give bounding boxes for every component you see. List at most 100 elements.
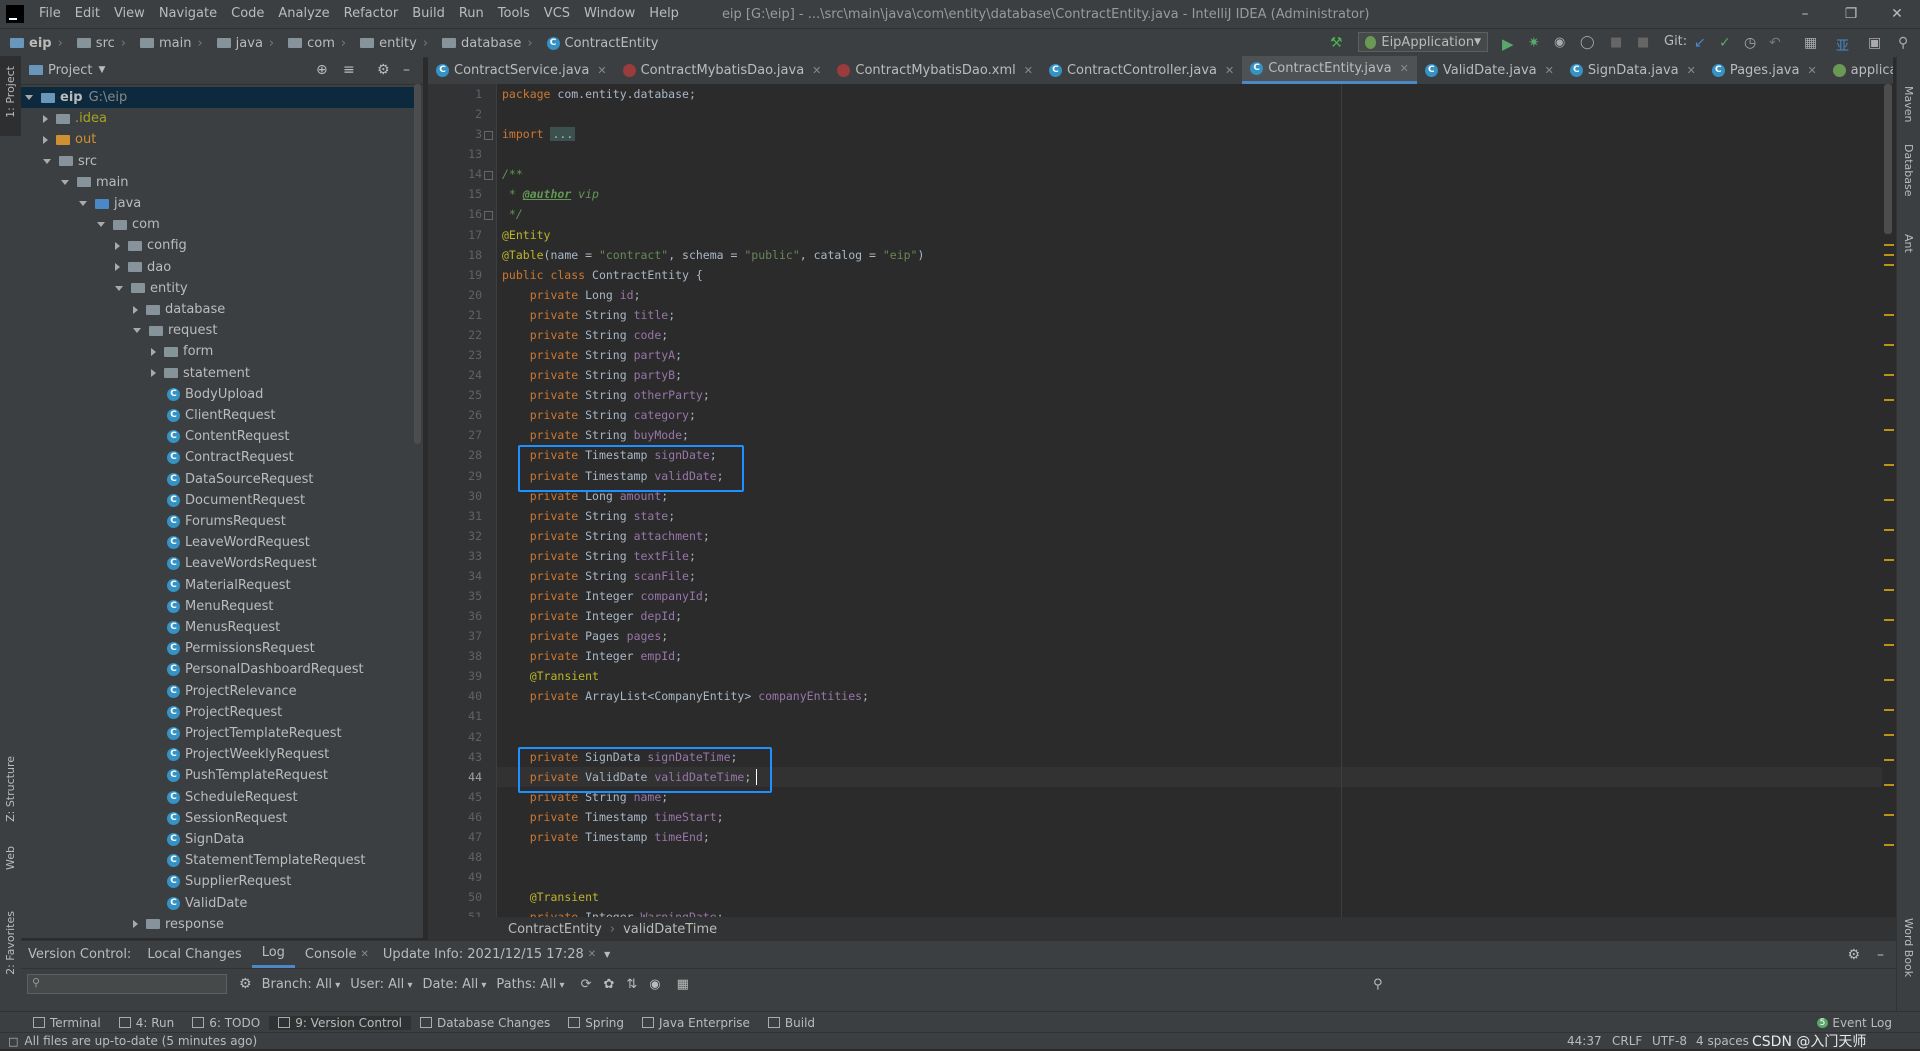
tree-class-item[interactable]: C SignData (21, 829, 421, 850)
collapse-all-icon[interactable]: ≡ (343, 62, 355, 78)
code-line[interactable]: private Integer empId; (502, 649, 682, 663)
tree-class-item[interactable]: C ContractRequest (21, 447, 421, 468)
expand-right-icon[interactable] (133, 920, 138, 929)
tree-class-item[interactable]: C SupplierRequest (21, 871, 421, 892)
warning-marker[interactable] (1884, 464, 1894, 466)
ant-tool-button[interactable]: Ant (1902, 234, 1915, 253)
debug-icon[interactable]: ✷ (1528, 35, 1544, 51)
translate-icon[interactable]: 亚 (1836, 35, 1852, 54)
menu-navigate[interactable]: Navigate (152, 0, 224, 28)
editor-tab[interactable]: C ValidDate.java ✕ (1417, 56, 1562, 84)
code-line[interactable]: private Pages pages; (502, 629, 669, 643)
tool-window-button[interactable]: Build (759, 1016, 824, 1030)
tool-window-button[interactable]: Terminal (24, 1016, 110, 1030)
tool-window-button[interactable]: 9: Version Control (269, 1015, 411, 1030)
code-line[interactable]: private String partyB; (502, 368, 682, 382)
editor-tab[interactable]: ContractMybatisDao.java ✕ (615, 56, 830, 84)
expand-down-icon[interactable] (97, 222, 105, 228)
editor-scrollbar[interactable] (1884, 84, 1892, 234)
log-filter-dropdown[interactable]: Branch: All ▾ (262, 977, 341, 992)
close-tab-icon[interactable]: ✕ (1225, 64, 1234, 77)
code-line[interactable]: private Timestamp timeStart; (502, 810, 724, 824)
expand-down-icon[interactable] (133, 328, 141, 334)
tree-folder-item[interactable]: config (21, 235, 421, 256)
code-line[interactable]: */ (502, 207, 523, 221)
tool-window-button[interactable]: Database Changes (411, 1016, 559, 1030)
warning-marker[interactable] (1884, 499, 1894, 501)
expand-right-icon[interactable] (151, 347, 156, 356)
tool-window-button[interactable]: 6: TODO (183, 1016, 269, 1030)
breadcrumb-item[interactable]: java › (213, 36, 284, 51)
expand-right-icon[interactable] (115, 241, 120, 250)
menu-tools[interactable]: Tools (491, 0, 537, 28)
breadcrumb-item[interactable]: C ContractEntity (543, 36, 663, 51)
code-line[interactable]: private String buyMode; (502, 428, 689, 442)
code-line[interactable]: private String category; (502, 408, 696, 422)
warning-marker[interactable] (1884, 734, 1894, 736)
hide-icon[interactable]: – (403, 62, 410, 78)
close-tab-icon[interactable]: ✕ (812, 64, 821, 77)
code-line[interactable]: @Transient (502, 669, 599, 683)
editor-tab[interactable]: C ContractService.java ✕ (428, 56, 615, 84)
fold-marker-icon[interactable] (484, 131, 493, 141)
expand-down-icon[interactable] (115, 285, 123, 291)
menu-run[interactable]: Run (452, 0, 491, 28)
search-icon[interactable]: ⚲ (1373, 977, 1383, 992)
tree-class-item[interactable]: C DocumentRequest (21, 490, 421, 511)
expand-right-icon[interactable] (133, 305, 138, 314)
menu-code[interactable]: Code (224, 0, 271, 28)
expand-down-icon[interactable] (43, 158, 51, 164)
code-line[interactable]: private Integer WarningDate; (502, 910, 724, 917)
expand-right-icon[interactable] (43, 135, 48, 144)
vcs-tab[interactable]: Console (295, 941, 367, 968)
cherry-pick-icon[interactable]: ✿ (603, 977, 614, 992)
code-line[interactable]: private String code; (502, 328, 669, 342)
tree-folder-item[interactable]: java (21, 193, 421, 214)
code-line[interactable]: private String partyA; (502, 348, 682, 362)
line-separator[interactable]: CRLF (1612, 1034, 1642, 1048)
code-line[interactable]: private String title; (502, 308, 675, 322)
close-tab-icon[interactable]: ✕ (1687, 64, 1696, 77)
code-line[interactable]: @Entity (502, 228, 550, 242)
warning-marker[interactable] (1884, 399, 1894, 401)
log-filter-dropdown[interactable]: Paths: All ▾ (496, 977, 564, 992)
editor-tab[interactable]: C SignData.java ✕ (1562, 56, 1704, 84)
stop-all-icon[interactable]: ■ (1637, 35, 1653, 51)
code-line[interactable]: public class ContractEntity { (502, 268, 703, 282)
tool-window-button[interactable]: Spring (559, 1016, 633, 1030)
tree-class-item[interactable]: C LeaveWordsRequest (21, 553, 421, 574)
vcs-tab[interactable]: Local Changes (137, 941, 251, 968)
expand-down-icon[interactable] (79, 201, 87, 206)
tree-class-item[interactable]: C LeaveWordRequest (21, 532, 421, 553)
warning-marker[interactable] (1884, 619, 1894, 621)
history-icon[interactable]: ◷ (1744, 35, 1760, 51)
warning-marker[interactable] (1884, 709, 1894, 711)
tree-class-item[interactable]: C ProjectRelevance (21, 681, 421, 702)
tree-folder-item[interactable]: request (21, 320, 421, 341)
tree-class-item[interactable]: C PushTemplateRequest (21, 765, 421, 786)
code-line[interactable]: private Integer companyId; (502, 589, 710, 603)
indent-setting[interactable]: 4 spaces (1696, 1034, 1749, 1048)
vcs-tab[interactable]: Log (251, 941, 295, 968)
code-line[interactable]: @Table(name = "contract", schema = "publ… (502, 248, 924, 262)
chevron-down-icon[interactable]: ▼ (98, 65, 105, 75)
menu-vcs[interactable]: VCS (537, 0, 577, 28)
tree-folder-item[interactable]: com (21, 214, 421, 235)
menu-analyze[interactable]: Analyze (271, 0, 336, 28)
log-filter-dropdown[interactable]: Date: All ▾ (422, 977, 486, 992)
web-tool-button[interactable]: Web (4, 846, 17, 870)
tree-class-item[interactable]: C MenusRequest (21, 617, 421, 638)
code-line[interactable]: /** (502, 167, 523, 181)
tree-folder-item[interactable]: entity (21, 278, 421, 299)
menu-file[interactable]: File (32, 0, 68, 28)
tree-class-item[interactable]: C SessionRequest (21, 808, 421, 829)
tree-class-item[interactable]: C BodyUpload (21, 384, 421, 405)
editor-tab[interactable]: application.yaml✕ (1825, 56, 1893, 84)
editor-tab[interactable]: C Pages.java ✕ (1704, 56, 1825, 84)
tree-folder-item[interactable]: form (21, 341, 421, 362)
warning-marker[interactable] (1884, 644, 1894, 646)
breadcrumb-item[interactable]: eip › (6, 36, 73, 51)
expand-right-icon[interactable] (115, 263, 120, 272)
editor-tab[interactable]: C ContractController.java ✕ (1041, 56, 1242, 84)
run-configuration-select[interactable]: EipApplication ▼ (1358, 32, 1488, 52)
